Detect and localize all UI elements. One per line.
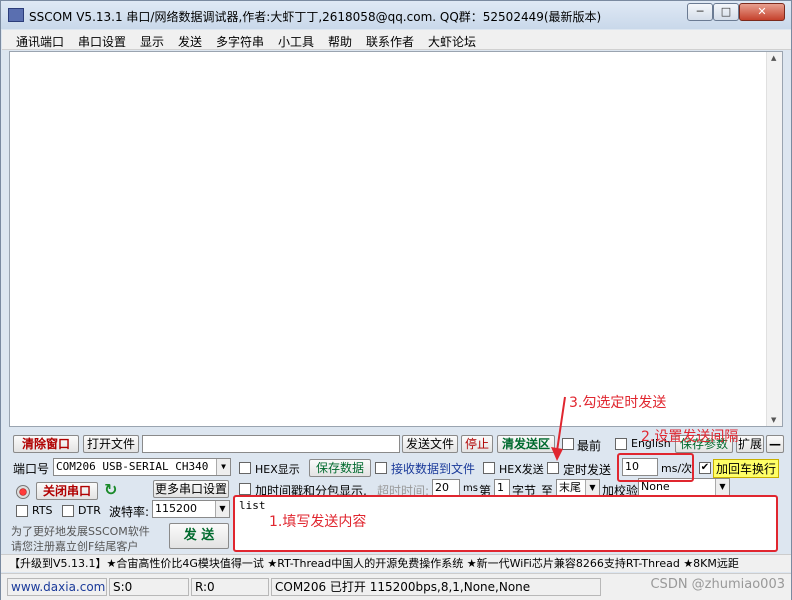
website-link[interactable]: www.daxia.com [7, 578, 107, 596]
receive-area[interactable]: ▲ ▼ [9, 51, 783, 427]
app-icon [8, 8, 24, 22]
scroll-up-icon[interactable]: ▲ [771, 54, 776, 62]
timeout-unit: ms [463, 483, 478, 494]
annotation-box-interval [617, 453, 694, 482]
close-port-button[interactable]: 关闭串口 [36, 482, 98, 500]
hex-display-checkbox[interactable] [239, 462, 251, 474]
port-label: 端口号 [13, 462, 50, 476]
refresh-icon[interactable]: ↻ [104, 480, 117, 499]
menu-serial-settings[interactable]: 串口设置 [78, 33, 126, 50]
more-settings-button[interactable]: 更多串口设置 [153, 480, 229, 498]
end-value: 末尾 [559, 481, 581, 494]
save-data-button[interactable]: 保存数据 [309, 459, 371, 477]
add-crlf-checkbox[interactable]: ✔ [699, 462, 711, 474]
chevron-down-icon[interactable]: ▼ [585, 480, 599, 496]
annotation-step2: 2.设置发送间隔 [641, 429, 739, 445]
timed-send-label: 定时发送 [563, 463, 612, 477]
collapse-button[interactable]: — [766, 435, 784, 453]
english-checkbox[interactable] [615, 438, 627, 450]
chevron-down-icon[interactable]: ▼ [216, 459, 230, 475]
send-file-button[interactable]: 发送文件 [402, 435, 458, 453]
clear-window-button[interactable]: 清除窗口 [13, 435, 79, 453]
annotation-arrow-icon [551, 396, 566, 461]
file-path-field[interactable] [142, 435, 400, 453]
menu-multi-string[interactable]: 多字符串 [216, 33, 264, 50]
record-icon [16, 485, 30, 499]
menu-display[interactable]: 显示 [140, 33, 164, 50]
hex-send-checkbox[interactable] [483, 462, 495, 474]
port-value: COM206 USB-SERIAL CH340 [56, 460, 209, 473]
recv-to-file-label[interactable]: 接收数据到文件 [391, 460, 475, 477]
close-button[interactable]: ✕ [739, 3, 785, 21]
recv-to-file-checkbox[interactable] [375, 462, 387, 474]
menu-help[interactable]: 帮助 [328, 33, 352, 50]
rts-checkbox[interactable] [16, 505, 28, 517]
send-button[interactable]: 发 送 [169, 523, 229, 549]
add-crlf-label: 加回车换行 [713, 459, 780, 478]
expand-button[interactable]: 扩展 [736, 435, 764, 453]
dtr-label: DTR [78, 504, 101, 517]
open-file-button[interactable]: 打开文件 [83, 435, 139, 453]
chevron-down-icon[interactable]: ▼ [715, 479, 729, 495]
news-ticker[interactable]: 【升级到V5.13.1】★合宙高性价比4G模块值得一试 ★RT-Thread中国… [1, 554, 791, 572]
app-window: SSCOM V5.13.1 串口/网络数据调试器,作者:大虾丁丁,2618058… [0, 0, 792, 600]
timestamp-checkbox[interactable] [239, 483, 251, 495]
stop-button[interactable]: 停止 [461, 435, 493, 453]
received-count: R:0 [191, 578, 269, 596]
menu-comm-port[interactable]: 通讯端口 [16, 33, 64, 50]
port-select[interactable]: COM206 USB-SERIAL CH340 ▼ [53, 458, 231, 476]
port-status: COM206 已打开 115200bps,8,1,None,None [271, 578, 601, 596]
promo-line-2: 请您注册嘉立创F结尾客户 [11, 540, 139, 553]
watermark: CSDN @zhumiao003 [650, 577, 785, 592]
menu-contact-author[interactable]: 联系作者 [366, 33, 414, 50]
hex-send-label: HEX发送 [499, 463, 544, 476]
title-bar: SSCOM V5.13.1 串口/网络数据调试器,作者:大虾丁丁,2618058… [1, 1, 791, 29]
rts-label: RTS [32, 504, 53, 517]
maximize-button[interactable]: □ [713, 3, 739, 21]
menu-tools[interactable]: 小工具 [278, 33, 314, 50]
minimize-button[interactable]: ─ [687, 3, 713, 21]
annotation-step1: 1.填写发送内容 [269, 514, 367, 530]
baud-select[interactable]: 115200 ▼ [152, 500, 230, 518]
promo-line-1: 为了更好地发展SSCOM软件 [11, 525, 150, 538]
baud-value: 115200 [155, 502, 197, 515]
sent-count: S:0 [109, 578, 189, 596]
menu-bar: 通讯端口 串口设置 显示 发送 多字符串 小工具 帮助 联系作者 大虾论坛 [2, 30, 791, 50]
window-title: SSCOM V5.13.1 串口/网络数据调试器,作者:大虾丁丁,2618058… [29, 10, 602, 24]
topmost-label: 最前 [577, 439, 602, 453]
menu-forum[interactable]: 大虾论坛 [428, 33, 476, 50]
scroll-down-icon[interactable]: ▼ [771, 416, 776, 424]
annotation-step3: 3.勾选定时发送 [569, 395, 667, 411]
timed-send-checkbox[interactable] [547, 462, 559, 474]
menu-send[interactable]: 发送 [178, 33, 202, 50]
chevron-down-icon[interactable]: ▼ [215, 501, 229, 517]
hex-display-label: HEX显示 [255, 463, 300, 476]
receive-scrollbar[interactable]: ▲ ▼ [766, 52, 782, 426]
baud-label: 波特率: [109, 505, 150, 519]
dtr-checkbox[interactable] [62, 505, 74, 517]
